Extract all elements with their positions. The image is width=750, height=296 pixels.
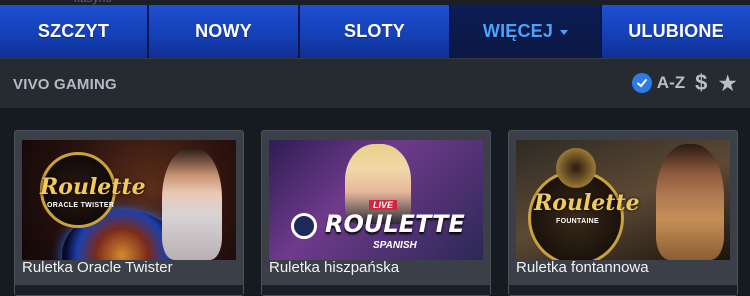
game-logo-text: Roulette bbox=[40, 174, 146, 200]
tab-nowy[interactable]: NOWY bbox=[149, 5, 300, 58]
game-logo-sub: SPANISH bbox=[373, 240, 417, 251]
game-thumbnail[interactable]: Roulette ORACLE TWISTER bbox=[22, 140, 236, 260]
game-card[interactable]: Roulette ORACLE TWISTER Ruletka Oracle T… bbox=[14, 130, 244, 296]
game-logo-text: Roulette bbox=[534, 190, 640, 216]
tab-label: SZCZYT bbox=[37, 21, 110, 41]
sort-az-button[interactable]: A-Z bbox=[657, 73, 685, 93]
provider-title: VIVO GAMING bbox=[13, 76, 117, 93]
sort-tools: A-Z $ ★ bbox=[631, 70, 738, 96]
game-card[interactable]: Roulette FOUNTAINE Ruletka fontannowa bbox=[508, 130, 738, 296]
tab-sloty[interactable]: SLOTY bbox=[300, 5, 451, 58]
game-title: Ruletka fontannowa bbox=[516, 259, 649, 276]
star-icon[interactable]: ★ bbox=[717, 71, 738, 95]
tab-label: SLOTY bbox=[343, 21, 405, 41]
game-thumbnail[interactable]: Roulette FOUNTAINE bbox=[516, 140, 730, 260]
dollar-icon[interactable]: $ bbox=[695, 70, 707, 96]
game-title: Ruletka hiszpańska bbox=[269, 259, 400, 276]
tab-label: ULUBIONE bbox=[628, 21, 724, 41]
provider-bar: VIVO GAMING A-Z $ ★ bbox=[0, 58, 750, 108]
game-thumbnail[interactable]: LIVE ROULETTE SPANISH bbox=[269, 140, 483, 260]
tab-ulubione[interactable]: ULUBIONE bbox=[602, 5, 750, 58]
game-grid: Roulette ORACLE TWISTER Ruletka Oracle T… bbox=[0, 108, 750, 296]
tab-label: NOWY bbox=[195, 21, 252, 41]
check-icon[interactable] bbox=[631, 73, 652, 93]
game-logo-text: ROULETTE bbox=[325, 210, 465, 238]
game-card[interactable]: LIVE ROULETTE SPANISH Ruletka hiszpańska bbox=[261, 130, 491, 296]
chevron-down-icon bbox=[560, 30, 569, 35]
tab-wiecej[interactable]: WIĘCEJ bbox=[451, 5, 602, 58]
tab-szczyt[interactable]: SZCZYT bbox=[0, 5, 149, 58]
game-logo-sub: FOUNTAINE bbox=[556, 218, 600, 225]
roulette-wheel-icon bbox=[291, 213, 317, 239]
game-title: Ruletka Oracle Twister bbox=[22, 259, 173, 276]
live-badge: LIVE bbox=[369, 200, 398, 210]
tab-label: WIĘCEJ bbox=[482, 21, 554, 41]
game-logo-sub: ORACLE TWISTER bbox=[47, 202, 115, 209]
category-nav: SZCZYT NOWY SLOTY WIĘCEJ ULUBIONE bbox=[0, 5, 750, 58]
